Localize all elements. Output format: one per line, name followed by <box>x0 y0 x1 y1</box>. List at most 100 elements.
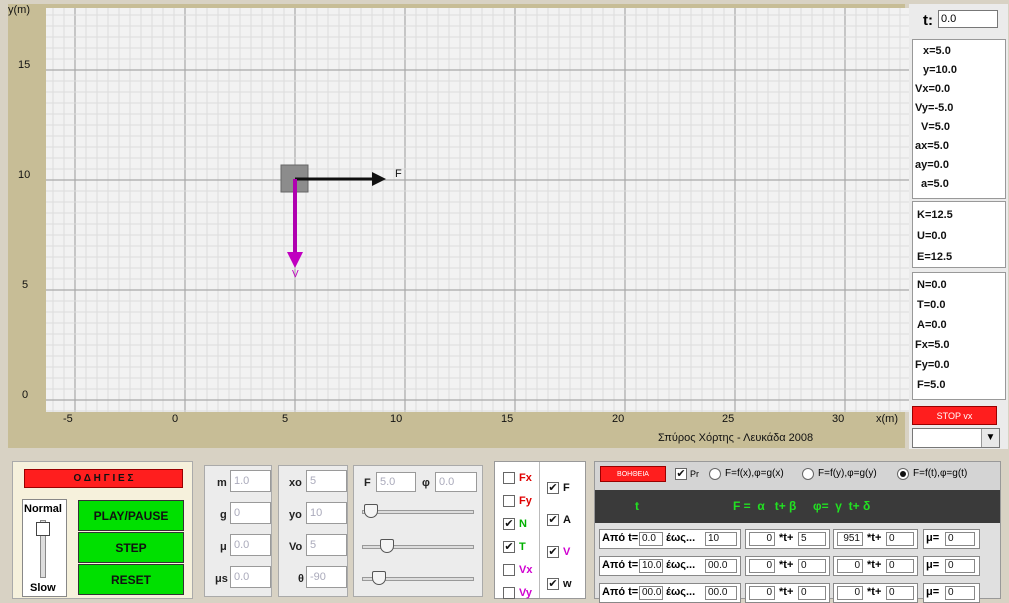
phi-label: φ <box>422 477 430 489</box>
static-friction-input[interactable]: 0.0 <box>230 566 271 588</box>
radio-fx[interactable] <box>709 468 721 480</box>
checkbox-label: Vy <box>519 587 533 599</box>
chevron-down-icon[interactable]: ▼ <box>981 429 999 447</box>
checkbox-label: V <box>563 546 571 558</box>
checkbox-label: w <box>563 578 572 590</box>
checkbox-w[interactable]: ✔ <box>547 578 559 590</box>
from-input[interactable]: 00.0 <box>639 586 663 600</box>
time-field[interactable]: 0.0 <box>938 10 998 28</box>
checkbox-vx[interactable] <box>503 564 515 576</box>
checkbox-t[interactable]: ✔ <box>503 541 515 553</box>
reset-button[interactable]: RESET <box>78 564 184 595</box>
alpha-input[interactable]: 0 <box>749 559 775 573</box>
gamma-input[interactable]: 951 <box>837 532 863 546</box>
force-arrowhead <box>372 172 386 186</box>
yo-input[interactable]: 10 <box>306 502 347 524</box>
checkbox-f[interactable]: ✔ <box>547 482 559 494</box>
from-input[interactable]: 0.0 <box>639 532 663 546</box>
force-input[interactable]: 5.0 <box>376 472 416 492</box>
mu-input[interactable]: 0 <box>945 586 975 600</box>
phi-slider-thumb[interactable] <box>380 539 394 553</box>
gravity-input[interactable]: 0 <box>230 502 271 524</box>
plot-frame: y(m) 15 10 5 0 -5 0 5 10 15 20 25 30 x(m… <box>8 4 909 448</box>
from-label: Από t= <box>602 586 639 598</box>
from-label: Από t= <box>602 532 639 544</box>
checkbox-fx[interactable] <box>503 472 515 484</box>
time-label: t: <box>923 12 933 29</box>
x-readout: x=5.0 <box>923 45 951 57</box>
phi-slider-track <box>362 545 474 549</box>
f-readout: F=5.0 <box>917 379 946 391</box>
beta-input[interactable]: 0 <box>798 586 826 600</box>
delta-input[interactable]: 0 <box>886 586 914 600</box>
mass-input[interactable]: 1.0 <box>230 470 271 492</box>
gamma-input[interactable]: 0 <box>837 559 863 573</box>
x-tick-label: 5 <box>282 413 289 425</box>
checkbox-label: N <box>519 518 527 530</box>
radio-fy-label: F=f(y),φ=g(y) <box>818 468 877 479</box>
theta-input[interactable]: -90 <box>306 566 347 588</box>
alpha-input[interactable]: 0 <box>749 532 775 546</box>
speed-slow-label: Slow <box>30 582 56 594</box>
x-tick-label: 15 <box>501 413 514 425</box>
to-input[interactable]: 00.0 <box>705 559 737 573</box>
param-label: θ <box>298 573 304 585</box>
control-area: Ο Δ Η Γ Ι Ε Σ Normal Slow PLAY/PAUSE STE… <box>0 452 1009 603</box>
header-formula: F = α t+ β φ= γ t+ δ <box>733 499 871 513</box>
radio-ft[interactable] <box>897 468 909 480</box>
simulation-canvas[interactable]: F V <box>46 8 909 412</box>
checkbox-n[interactable]: ✔ <box>503 518 515 530</box>
third-slider-thumb[interactable] <box>372 571 386 585</box>
gamma-input[interactable]: 0 <box>837 586 863 600</box>
checkbox-v[interactable]: ✔ <box>547 546 559 558</box>
ay-readout: ay=0.0 <box>915 159 949 171</box>
beta-input[interactable]: 5 <box>798 532 826 546</box>
pr-label: Pr <box>690 469 699 479</box>
x-tick-label: 20 <box>612 413 625 425</box>
play-pause-button[interactable]: PLAY/PAUSE <box>78 500 184 531</box>
normal-force-readout: N=0.0 <box>917 279 947 291</box>
energy-box: K=12.5 U=0.0 E=12.5 <box>912 201 1006 268</box>
checkbox-fy[interactable] <box>503 495 515 507</box>
mode-dropdown[interactable]: ▼ <box>912 428 1000 448</box>
delta-input[interactable]: 0 <box>886 532 914 546</box>
delta-input[interactable]: 0 <box>886 559 914 573</box>
speed-slider-thumb[interactable] <box>36 522 50 536</box>
mu-input[interactable]: 0 <box>945 532 975 546</box>
radio-fy[interactable] <box>802 468 814 480</box>
friction-input[interactable]: 0.0 <box>230 534 271 556</box>
instructions-button[interactable]: Ο Δ Η Γ Ι Ε Σ <box>24 469 183 488</box>
step-button[interactable]: STEP <box>78 532 184 563</box>
formula-header: t F = α t+ β φ= γ t+ δ <box>595 490 1000 523</box>
kinetic-energy-readout: K=12.5 <box>917 209 953 221</box>
y-tick-label: 15 <box>18 59 31 71</box>
force-slider-thumb[interactable] <box>364 504 378 518</box>
stop-vx-button[interactable]: STOP vx <box>912 406 997 425</box>
mu-input[interactable]: 0 <box>945 559 975 573</box>
beta-input[interactable]: 0 <box>798 559 826 573</box>
t-plus-label: *t+ <box>867 559 882 571</box>
tension-readout: T=0.0 <box>917 299 946 311</box>
v-readout: V=5.0 <box>921 121 951 133</box>
credit-text: Σπύρος Χόρτης - Λευκάδα 2008 <box>658 432 814 444</box>
checkbox-label: A <box>563 514 571 526</box>
phi-input[interactable]: 0.0 <box>435 472 477 492</box>
from-input[interactable]: 10.0 <box>639 559 663 573</box>
vector-checkbox-panel: Fx Fy ✔ N ✔ T Vx Vy ✔ F ✔ A ✔ V ✔ w <box>494 461 586 599</box>
checkbox-label: Vx <box>519 564 533 576</box>
checkbox-vy[interactable] <box>503 587 515 599</box>
vo-input[interactable]: 5 <box>306 534 347 556</box>
to-label: έως... <box>666 532 696 544</box>
physics-params-panel: m 1.0 g 0 μ 0.0 μs 0.0 <box>204 465 272 597</box>
alpha-input[interactable]: 0 <box>749 586 775 600</box>
to-input[interactable]: 00.0 <box>705 586 737 600</box>
xo-input[interactable]: 5 <box>306 470 347 492</box>
speed-slider[interactable]: Normal Slow <box>22 499 67 597</box>
radio-ft-label: F=f(t),φ=g(t) <box>913 468 968 479</box>
pr-checkbox[interactable]: ✔ <box>675 468 687 480</box>
x-tick-label: 25 <box>722 413 735 425</box>
help-button[interactable]: ΒΟΗΘΕΙΑ <box>600 466 666 482</box>
checkbox-a[interactable]: ✔ <box>547 514 559 526</box>
to-input[interactable]: 10 <box>705 532 737 546</box>
force-panel: F 5.0 φ 0.0 <box>353 465 483 597</box>
